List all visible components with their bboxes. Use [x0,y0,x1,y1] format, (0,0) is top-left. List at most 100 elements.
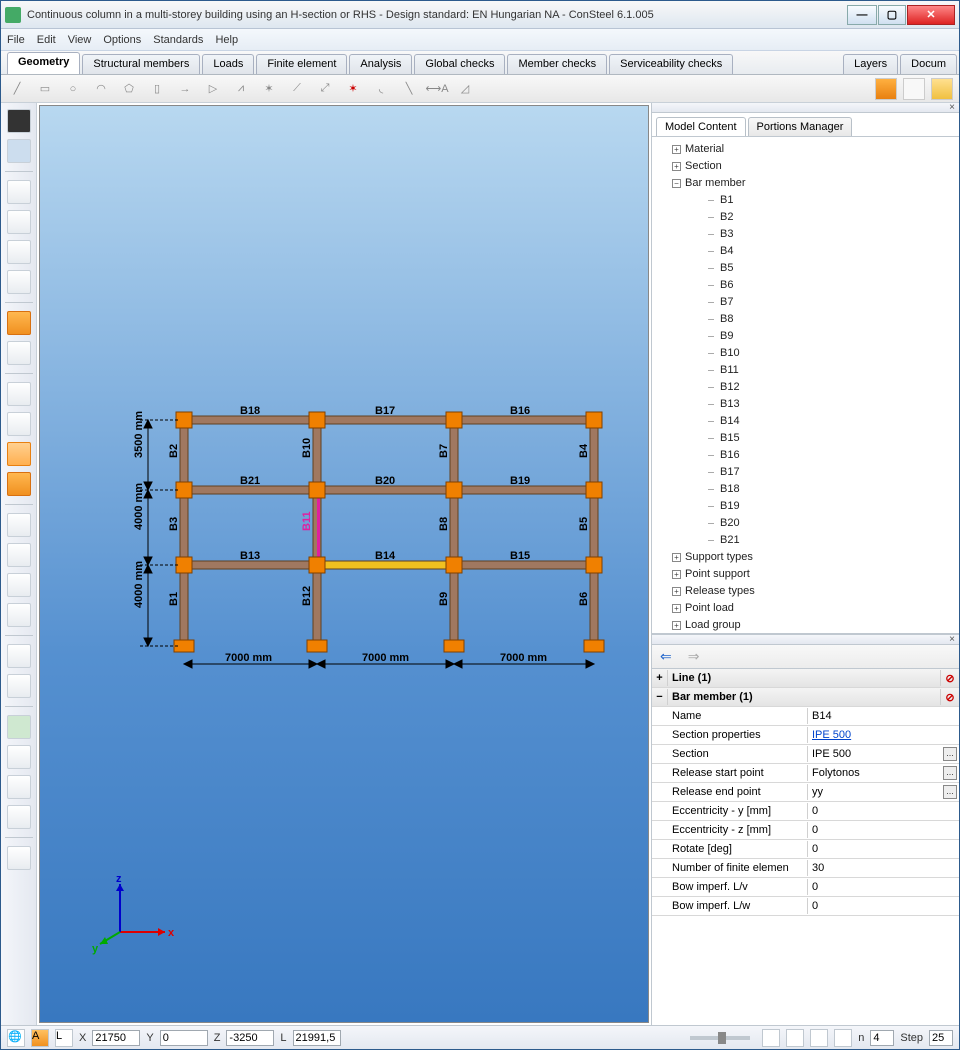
draw-rect-icon[interactable]: ▭ [35,79,55,99]
view-top-icon[interactable] [7,210,31,234]
save-icon[interactable] [7,109,31,133]
tree-item[interactable]: B12 [652,379,959,396]
prop-back-button[interactable]: ⇐ [660,648,672,665]
tree-item[interactable]: B17 [652,464,959,481]
dimension-icon[interactable]: ⟷A [427,79,447,99]
window-icon[interactable] [7,846,31,870]
wireframe-icon[interactable] [7,382,31,406]
mirror-icon[interactable]: ⩘ [231,79,251,99]
shade-icon[interactable] [7,412,31,436]
tab-global-checks[interactable]: Global checks [414,54,505,74]
view-3d-icon[interactable] [7,311,31,335]
tab-loads[interactable]: Loads [202,54,254,74]
tab-structural-members[interactable]: Structural members [82,54,200,74]
tree-item[interactable]: +Release types [652,583,959,600]
fillet-icon[interactable]: ◟ [371,79,391,99]
intersect-icon[interactable]: ✶ [259,79,279,99]
tree-item[interactable]: B2 [652,209,959,226]
tree-item[interactable]: B19 [652,498,959,515]
tree-tab-model-content[interactable]: Model Content [656,117,746,136]
status-icon-2[interactable] [786,1029,804,1047]
tab-member-checks[interactable]: Member checks [507,54,607,74]
menu-standards[interactable]: Standards [153,34,203,46]
tree-item[interactable]: +Point support [652,566,959,583]
view-iso-icon[interactable] [7,180,31,204]
layers-icon[interactable] [875,78,897,100]
status-icon-4[interactable] [834,1029,852,1047]
prop-header[interactable]: +Line (1)⊘ [652,669,959,688]
tree-item[interactable]: +Load group [652,617,959,634]
tab-documentation[interactable]: Docum [900,54,957,74]
tree-item[interactable]: B3 [652,226,959,243]
na3-icon[interactable] [7,805,31,829]
tree-item[interactable]: B16 [652,447,959,464]
menu-options[interactable]: Options [103,34,141,46]
selection-icon[interactable]: ▯ [147,79,167,99]
draw-arc-icon[interactable]: ◠ [91,79,111,99]
tree-item[interactable]: B20 [652,515,959,532]
tree-item[interactable]: B13 [652,396,959,413]
tree-item[interactable]: B8 [652,311,959,328]
maximize-button[interactable]: ▢ [878,5,906,25]
results2-icon[interactable] [7,603,31,627]
z-input[interactable] [226,1030,274,1046]
prop-row[interactable]: SectionIPE 500… [652,745,959,764]
menu-edit[interactable]: Edit [37,34,56,46]
tree-item[interactable]: +Material [652,141,959,158]
label-a-icon[interactable] [7,644,31,668]
prop-row[interactable]: NameB14 [652,707,959,726]
tree-item[interactable]: B1 [652,192,959,209]
na2-icon[interactable] [7,775,31,799]
y-input[interactable] [160,1030,208,1046]
step-input[interactable] [929,1030,953,1046]
minimize-button[interactable]: — [847,5,877,25]
x-input[interactable] [92,1030,140,1046]
prop-row[interactable]: Release end pointyy… [652,783,959,802]
tree-item[interactable]: +Point load [652,600,959,617]
na-icon[interactable] [7,745,31,769]
chamfer-icon[interactable]: ╲ [399,79,419,99]
prop-row[interactable]: Bow imperf. L/w0 [652,897,959,916]
tab-analysis[interactable]: Analysis [349,54,412,74]
status-icon-3[interactable] [810,1029,828,1047]
tree-item[interactable]: B7 [652,294,959,311]
globe-icon[interactable]: 🌐 [7,1029,25,1047]
prop-forward-button[interactable]: ⇒ [688,648,700,665]
extend-icon[interactable]: ⤢ [315,79,335,99]
n-input[interactable] [870,1030,894,1046]
view-front-icon[interactable] [7,240,31,264]
diagram-icon[interactable] [7,513,31,537]
tree-item[interactable]: B10 [652,345,959,362]
viewport[interactable]: 3500 mm 4000 mm 4000 mm 7000 mm 7000 mm … [39,105,649,1023]
tree-item[interactable]: B21 [652,532,959,549]
tree-tab-portions[interactable]: Portions Manager [748,117,853,136]
trim-icon[interactable]: ⟋ [287,79,307,99]
texture-icon[interactable] [7,472,31,496]
tree-item[interactable]: B14 [652,413,959,430]
tree-item[interactable]: B9 [652,328,959,345]
tree-item[interactable]: B4 [652,243,959,260]
tab-serviceability-checks[interactable]: Serviceability checks [609,54,733,74]
undo-icon[interactable] [7,139,31,163]
draw-poly-icon[interactable]: ⬠ [119,79,139,99]
tree-item[interactable]: −Bar member [652,175,959,192]
prop-row[interactable]: Release start pointFolytonos… [652,764,959,783]
prop-row[interactable]: Section propertiesIPE 500 [652,726,959,745]
menu-file[interactable]: File [7,34,25,46]
close-icon[interactable]: × [949,634,955,645]
tab-geometry[interactable]: Geometry [7,52,80,74]
tree-item[interactable]: B6 [652,277,959,294]
folder-icon[interactable] [931,78,953,100]
check-green-icon[interactable] [7,715,31,739]
prop-row[interactable]: Bow imperf. L/v0 [652,878,959,897]
measure-icon[interactable]: ◿ [455,79,475,99]
tree-item[interactable]: B18 [652,481,959,498]
tree-item[interactable]: B15 [652,430,959,447]
move-icon[interactable]: → [175,79,195,99]
prop-header[interactable]: −Bar member (1)⊘ [652,688,959,707]
solid-active-icon[interactable] [7,442,31,466]
result-icon[interactable] [7,543,31,567]
draw-circle-icon[interactable]: ○ [63,79,83,99]
copy-icon[interactable]: ▷ [203,79,223,99]
zoom-slider[interactable] [690,1036,750,1040]
